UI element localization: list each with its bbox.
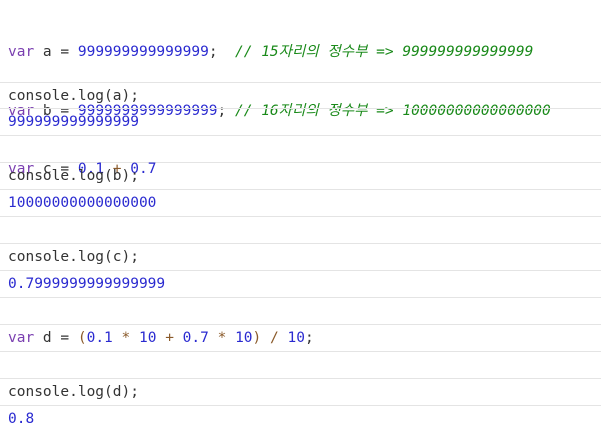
identifier-d: d =	[34, 330, 78, 346]
console-output-value: 999999999999999	[8, 114, 139, 130]
console-output-b: 10000000000000000	[0, 190, 601, 217]
console-output-c: 0.7999999999999999	[0, 271, 601, 298]
code-line-a: var a = 999999999999999; // 15자리의 정수부 =>…	[8, 43, 601, 63]
number-literal: 10	[287, 330, 305, 346]
number-literal: 10	[235, 330, 253, 346]
console-input-d: console.log(d);	[0, 379, 601, 406]
console-log-call: console.log(b);	[8, 168, 139, 184]
operator-multiply: *	[112, 330, 139, 346]
code-block-declarations[interactable]: var a = 999999999999999; // 15자리의 정수부 =>…	[0, 0, 601, 177]
number-literal: 0.7	[182, 330, 209, 346]
console-log-call: console.log(c);	[8, 249, 139, 265]
code-line-d: var d = (0.1 * 10 + 0.7 * 10) / 10;	[0, 325, 601, 352]
number-literal: 0.1	[86, 330, 113, 346]
keyword-var: var	[8, 330, 35, 346]
console-input-c: console.log(c);	[0, 244, 601, 271]
console-spacer	[0, 136, 601, 163]
console-spacer	[0, 217, 601, 244]
console-log-call: console.log(d);	[8, 384, 139, 400]
console-spacer	[0, 352, 601, 379]
keyword-var: var	[8, 44, 35, 60]
console-spacer	[0, 298, 601, 325]
console-output-value: 10000000000000000	[8, 195, 157, 211]
console-log-call: console.log(a);	[8, 88, 139, 104]
paren-open: (	[77, 330, 87, 346]
semicolon: ;	[304, 330, 314, 346]
operator-divide: ) /	[252, 330, 288, 346]
operator-multiply: *	[208, 330, 236, 346]
console-output-value: 0.8	[8, 411, 35, 427]
semicolon: ;	[208, 44, 236, 60]
console-output-d: 0.8	[0, 406, 601, 433]
console-input-b: console.log(b);	[0, 163, 601, 190]
operator-plus: +	[156, 330, 183, 346]
number-literal: 10	[139, 330, 157, 346]
number-literal: 999999999999999	[77, 44, 209, 60]
console-output-a: 999999999999999	[0, 109, 601, 136]
code-editor[interactable]: var a = 999999999999999; // 15자리의 정수부 =>…	[0, 0, 601, 433]
identifier-a: a =	[34, 44, 78, 60]
comment: // 15자리의 정수부 => 999999999999999	[235, 44, 534, 60]
console-input-a: console.log(a);	[0, 82, 601, 109]
console-output-value: 0.7999999999999999	[8, 276, 166, 292]
